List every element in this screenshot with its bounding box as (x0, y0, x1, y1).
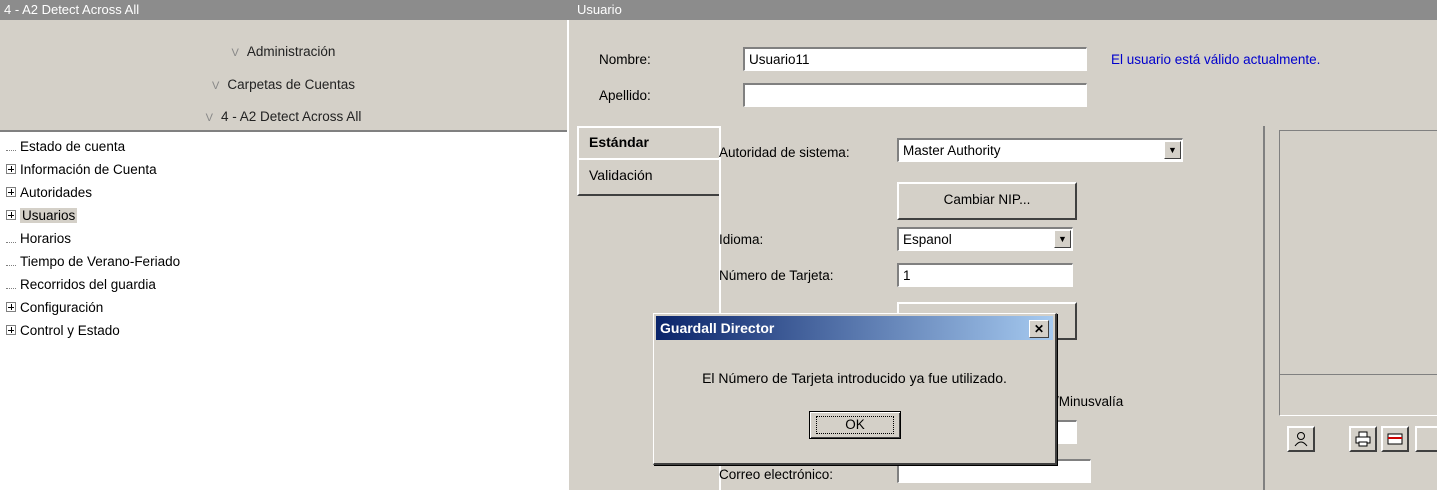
tree-item-usuarios[interactable]: Usuarios (6, 205, 78, 227)
nombre-label: Nombre: (599, 52, 651, 67)
apellido-input[interactable] (743, 83, 1087, 107)
tree-line-icon (6, 256, 16, 267)
partial-input[interactable] (1055, 420, 1077, 444)
autoridad-label: Autoridad de sistema: (719, 145, 850, 160)
user-photo-icon[interactable] (1287, 426, 1315, 452)
nav-item-carpetas[interactable]: V Carpetas de Cuentas (0, 77, 567, 92)
cambiar-nip-button[interactable]: Cambiar NIP... (897, 182, 1077, 220)
dialog-title: Guardall Director (660, 320, 775, 336)
tree-item-recorridos[interactable]: Recorridos del guardia (6, 274, 156, 296)
idioma-label: Idioma: (719, 232, 764, 247)
left-pane-title: 4 - A2 Detect Across All (0, 0, 567, 20)
tree-item-control-estado[interactable]: Control y Estado (6, 320, 120, 342)
tree-line-icon (6, 141, 16, 152)
expand-icon[interactable] (6, 302, 16, 313)
dialog-title-bar: Guardall Director ✕ (656, 316, 1053, 340)
dropdown-arrow-icon[interactable]: ▼ (1054, 230, 1071, 248)
account-tree: Estado de cuenta Información de Cuenta A… (0, 134, 567, 490)
tab-estandar[interactable]: Estándar (577, 126, 719, 158)
panel-divider (1263, 126, 1265, 490)
navigation-breadcrumb-panel: V Administración V Carpetas de Cuentas V4 … (0, 20, 567, 132)
user-status-text: El usuario está válido actualmente. (1111, 52, 1321, 67)
chevron-icon: V (212, 80, 220, 92)
chevron-icon: V (231, 47, 239, 59)
idioma-select[interactable]: Espanol ▼ (897, 227, 1073, 251)
nombre-input[interactable]: Usuario11 (743, 47, 1087, 71)
print-icon[interactable] (1349, 426, 1377, 452)
partial-icon-button[interactable] (1415, 426, 1437, 452)
tree-line-icon (6, 233, 16, 244)
expand-icon[interactable] (6, 187, 16, 198)
tree-item-autoridades[interactable]: Autoridades (6, 182, 92, 204)
tree-item-horarios[interactable]: Horarios (6, 228, 71, 250)
tree-item-configuracion[interactable]: Configuración (6, 297, 103, 319)
tarjeta-label: Número de Tarjeta: (719, 268, 834, 283)
tree-item-tiempo-verano[interactable]: Tiempo de Verano-Feriado (6, 251, 180, 273)
dialog-message: El Número de Tarjeta introducido ya fue … (702, 370, 1007, 386)
nav-item-account[interactable]: V4 - A2 Detect Across All (0, 109, 567, 124)
dropdown-arrow-icon[interactable]: ▼ (1164, 141, 1181, 159)
info-area (1279, 374, 1437, 416)
right-pane-title: Usuario (567, 0, 1437, 20)
tab-validacion[interactable]: Validación (577, 158, 719, 196)
ok-button[interactable]: OK (809, 411, 901, 439)
error-dialog: Guardall Director ✕ El Número de Tarjeta… (653, 313, 1057, 465)
tarjeta-input[interactable]: 1 (897, 263, 1073, 287)
expand-icon[interactable] (6, 164, 16, 175)
tree-line-icon (6, 279, 16, 290)
chevron-icon: V (205, 112, 213, 124)
apellido-label: Apellido: (599, 88, 651, 103)
correo-label: Correo electrónico: (719, 467, 834, 482)
tree-item-informacion-cuenta[interactable]: Información de Cuenta (6, 159, 157, 181)
tree-item-estado-cuenta[interactable]: Estado de cuenta (6, 136, 125, 158)
close-icon[interactable]: ✕ (1029, 320, 1049, 338)
expand-icon[interactable] (6, 210, 16, 221)
expand-icon[interactable] (6, 325, 16, 336)
photo-area (1279, 130, 1437, 388)
autoridad-select[interactable]: Master Authority ▼ (897, 138, 1183, 162)
card-icon[interactable] (1381, 426, 1409, 452)
minusvalia-label: /Minusvalía (1055, 394, 1124, 409)
nav-item-administracion[interactable]: V Administración (0, 44, 567, 59)
